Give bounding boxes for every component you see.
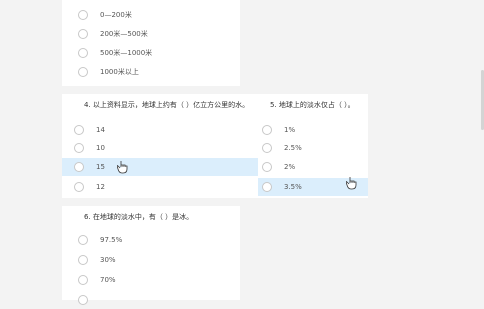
option-label: 15 <box>96 163 105 171</box>
option-label: 500米—1000米 <box>100 49 153 57</box>
radio-button[interactable] <box>262 162 272 172</box>
option-label: 1000米以上 <box>100 68 139 76</box>
q6-option-4-partial[interactable] <box>78 291 100 309</box>
question-4-title: 4. 以上资料显示，地球上约有（ ）亿立方公里的水。 <box>84 101 250 109</box>
radio-button[interactable] <box>78 67 88 77</box>
option-label: 2.5% <box>284 144 302 152</box>
option-label: 97.5% <box>100 236 123 244</box>
option-label: 30% <box>100 256 116 264</box>
radio-button[interactable] <box>74 143 84 153</box>
q4-option-4[interactable]: 12 <box>74 178 258 196</box>
radio-button[interactable] <box>74 125 84 135</box>
radio-button[interactable] <box>262 182 272 192</box>
radio-button[interactable] <box>78 235 88 245</box>
radio-button[interactable] <box>78 255 88 265</box>
q4-option-1[interactable]: 14 <box>74 121 258 139</box>
question-4-panel: 4. 以上资料显示，地球上约有（ ）亿立方公里的水。 14 10 15 12 <box>62 94 258 198</box>
option-label: 2% <box>284 163 296 171</box>
radio-button[interactable] <box>78 295 88 305</box>
radio-button[interactable] <box>78 10 88 20</box>
option-label: 200米—500米 <box>100 30 148 38</box>
radio-button[interactable] <box>78 48 88 58</box>
q3-option-2[interactable]: 200米—500米 <box>78 25 148 43</box>
option-label: 0—200米 <box>100 11 132 19</box>
option-label: 3.5% <box>284 183 302 191</box>
option-label: 14 <box>96 126 105 134</box>
q5-option-3[interactable]: 2% <box>262 158 295 176</box>
q6-option-1[interactable]: 97.5% <box>78 231 122 249</box>
radio-button[interactable] <box>262 143 272 153</box>
q3-option-1[interactable]: 0—200米 <box>78 6 132 24</box>
radio-button[interactable] <box>74 162 84 172</box>
question-3-panel: 0—200米 200米—500米 500米—1000米 1000米以上 <box>62 0 240 86</box>
question-5-title: 5. 地球上的淡水仅占（ ）。 <box>270 101 355 109</box>
radio-button[interactable] <box>74 182 84 192</box>
option-label: 70% <box>100 276 116 284</box>
option-label: 10 <box>96 144 105 152</box>
q5-option-2[interactable]: 2.5% <box>262 139 302 157</box>
hand-cursor-icon <box>117 161 128 174</box>
option-label: 1% <box>284 126 296 134</box>
radio-button[interactable] <box>262 125 272 135</box>
q4-option-3-selected[interactable]: 15 <box>62 158 258 176</box>
q5-option-1[interactable]: 1% <box>262 121 295 139</box>
option-label: 12 <box>96 183 105 191</box>
question-6-panel: 6. 在地球的淡水中，有（ ）是冰。 97.5% 30% 70% <box>62 206 240 305</box>
q3-option-4[interactable]: 1000米以上 <box>78 63 139 81</box>
question-5-panel: 5. 地球上的淡水仅占（ ）。 1% 2.5% 2% 3.5% <box>258 94 368 198</box>
hand-cursor-icon <box>346 177 357 190</box>
q4-option-2[interactable]: 10 <box>74 139 258 157</box>
question-6-title: 6. 在地球的淡水中，有（ ）是冰。 <box>84 213 194 221</box>
radio-button[interactable] <box>78 275 88 285</box>
q6-option-3[interactable]: 70% <box>78 271 116 289</box>
q3-option-3[interactable]: 500米—1000米 <box>78 44 152 62</box>
q6-option-2[interactable]: 30% <box>78 251 116 269</box>
radio-button[interactable] <box>78 29 88 39</box>
